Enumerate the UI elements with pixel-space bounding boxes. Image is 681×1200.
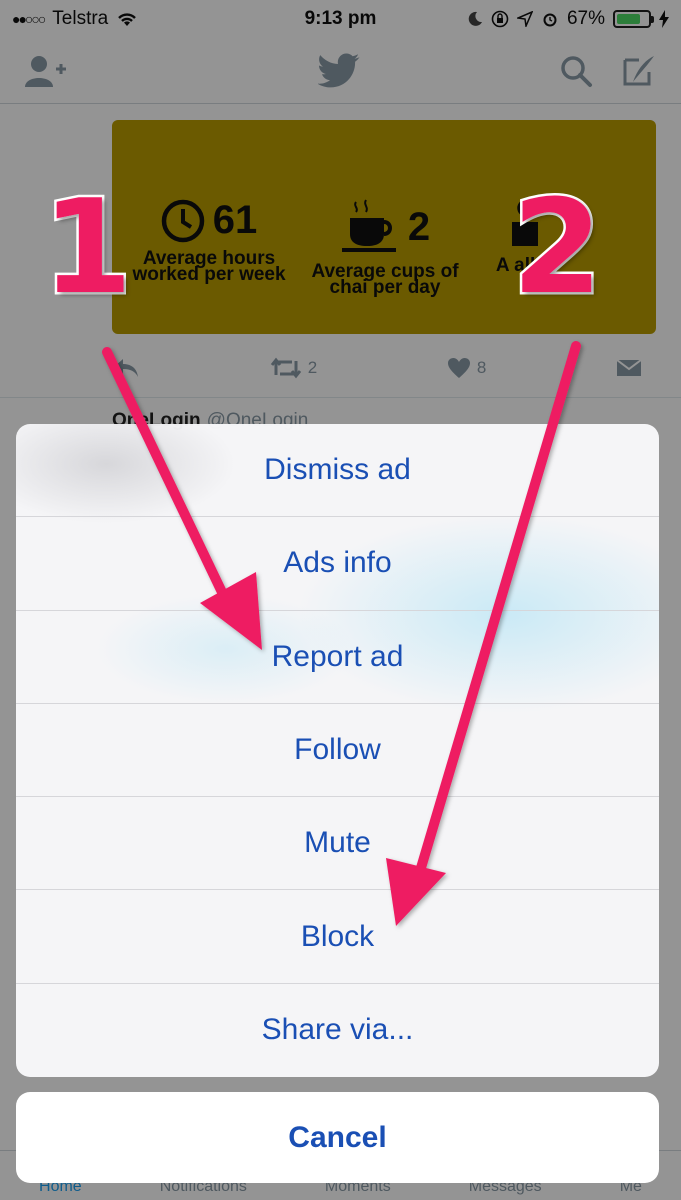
follow-option[interactable]: Follow (16, 704, 659, 798)
share-via-option[interactable]: Share via... (16, 984, 659, 1077)
dismiss-ad-option[interactable]: Dismiss ad (16, 424, 659, 518)
block-option[interactable]: Block (16, 890, 659, 984)
cancel-button[interactable]: Cancel (16, 1092, 659, 1183)
report-ad-option[interactable]: Report ad (16, 611, 659, 704)
mute-option[interactable]: Mute (16, 797, 659, 891)
ads-info-option[interactable]: Ads info (16, 517, 659, 611)
ad-action-sheet: Dismiss ad Ads info Report ad Follow Mut… (16, 424, 659, 1077)
